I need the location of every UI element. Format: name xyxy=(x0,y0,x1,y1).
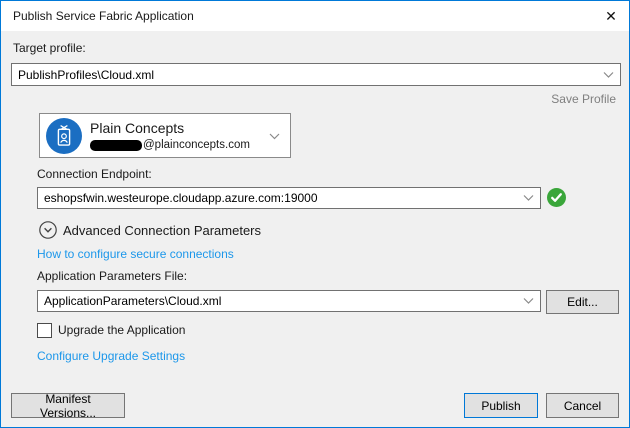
check-circle-icon xyxy=(547,188,566,207)
account-name: Plain Concepts xyxy=(90,120,184,136)
cancel-button[interactable]: Cancel xyxy=(546,393,619,418)
manifest-versions-button[interactable]: Manifest Versions... xyxy=(11,393,125,418)
account-picker[interactable]: Plain Concepts @plainconcepts.com xyxy=(39,113,291,158)
configure-upgrade-link[interactable]: Configure Upgrade Settings xyxy=(37,349,185,363)
chevron-down-icon xyxy=(523,298,534,305)
application-parameters-value: ApplicationParameters\Cloud.xml xyxy=(44,294,221,308)
title-bar: Publish Service Fabric Application ✕ xyxy=(1,1,629,31)
target-profile-value: PublishProfiles\Cloud.xml xyxy=(18,68,154,82)
secure-connections-link[interactable]: How to configure secure connections xyxy=(37,247,234,261)
connection-endpoint-value: eshopsfwin.westeurope.cloudapp.azure.com… xyxy=(44,191,318,205)
redacted-email-user xyxy=(90,140,142,151)
save-profile-link[interactable]: Save Profile xyxy=(551,92,616,106)
chevron-down-icon xyxy=(603,71,614,78)
id-badge-icon xyxy=(46,118,82,154)
advanced-parameters-label[interactable]: Advanced Connection Parameters xyxy=(63,223,261,238)
upgrade-application-label[interactable]: Upgrade the Application xyxy=(58,323,185,337)
close-icon[interactable]: ✕ xyxy=(593,1,629,31)
publish-service-fabric-dialog: Publish Service Fabric Application ✕ Tar… xyxy=(0,0,630,428)
connection-endpoint-select[interactable]: eshopsfwin.westeurope.cloudapp.azure.com… xyxy=(37,187,541,209)
application-parameters-select[interactable]: ApplicationParameters\Cloud.xml xyxy=(37,290,541,312)
account-email-domain: @plainconcepts.com xyxy=(143,139,250,151)
account-email: @plainconcepts.com xyxy=(90,139,250,151)
edit-button[interactable]: Edit... xyxy=(546,290,619,314)
window-title: Publish Service Fabric Application xyxy=(13,9,194,23)
target-profile-select[interactable]: PublishProfiles\Cloud.xml xyxy=(11,63,621,86)
chevron-down-circle-icon[interactable] xyxy=(39,221,57,239)
upgrade-application-checkbox[interactable] xyxy=(37,323,52,338)
target-profile-label: Target profile: xyxy=(13,41,86,55)
publish-button[interactable]: Publish xyxy=(464,393,538,418)
connection-endpoint-label: Connection Endpoint: xyxy=(37,167,152,181)
chevron-down-icon xyxy=(269,133,280,140)
chevron-down-icon xyxy=(523,195,534,202)
application-parameters-label: Application Parameters File: xyxy=(37,269,187,283)
